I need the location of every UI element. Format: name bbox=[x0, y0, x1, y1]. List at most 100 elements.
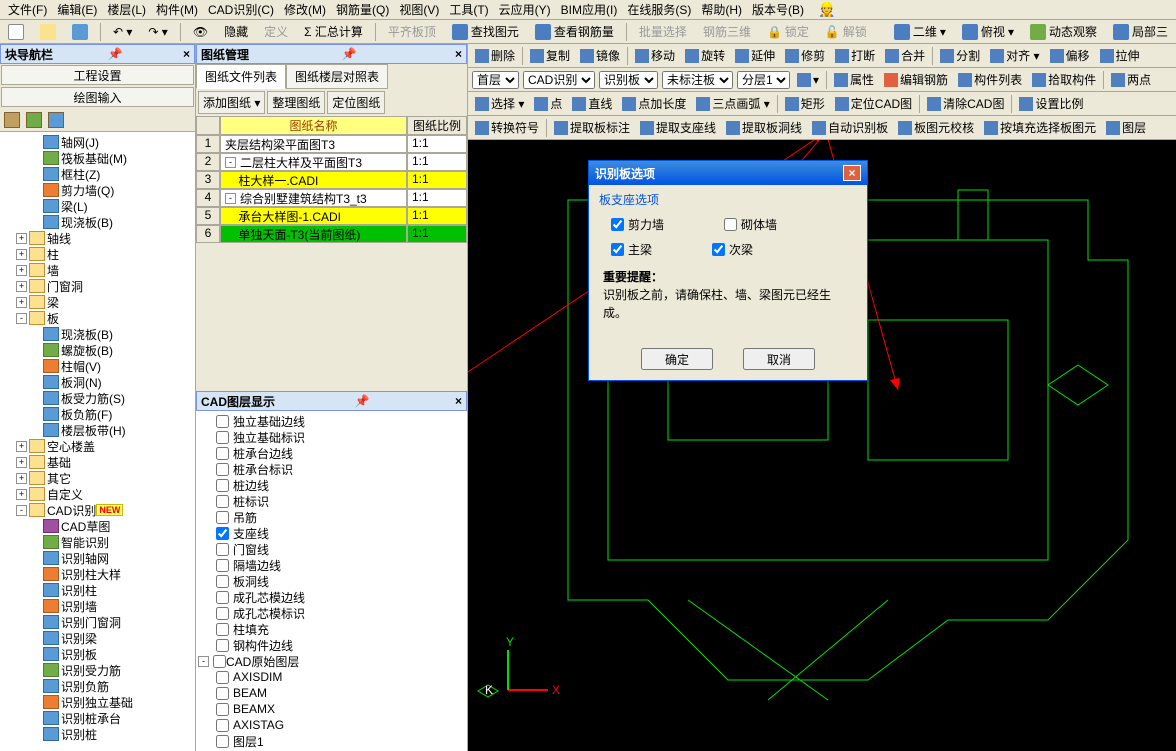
project-settings-button[interactable]: 工程设置 bbox=[1, 65, 194, 85]
tree-item[interactable]: 楼层板带(H) bbox=[2, 422, 193, 438]
tree-item[interactable]: 识别墙 bbox=[2, 598, 193, 614]
edit-rebar-button[interactable]: 编辑钢筋 bbox=[881, 69, 951, 90]
tree-item[interactable]: 识别桩 bbox=[2, 726, 193, 742]
lock-button[interactable]: 🔒锁定 bbox=[763, 21, 813, 42]
tree-item[interactable]: +梁 bbox=[2, 294, 193, 310]
add-drawing-button[interactable]: 添加图纸 ▾ bbox=[198, 91, 265, 114]
cad-canvas[interactable]: X Y K 识别板选项 × 板支座选项 剪力墙 bbox=[468, 140, 1176, 751]
draw-btn-4[interactable]: 三点画弧 ▾ bbox=[693, 93, 772, 114]
layer-item[interactable]: 桩边线 bbox=[198, 477, 465, 493]
drawing-row[interactable]: 5 承台大样图-1.CADI1:1 bbox=[196, 207, 467, 225]
layer-item[interactable]: 门窗线 bbox=[198, 541, 465, 557]
save-icon[interactable] bbox=[68, 22, 92, 42]
layer-item[interactable]: 成孔芯模标识 bbox=[198, 605, 465, 621]
view-2d-button[interactable]: 二维 ▾ bbox=[890, 21, 950, 42]
edit-btn-9[interactable]: 分割 bbox=[937, 45, 983, 66]
two-point-button[interactable]: 两点 bbox=[1108, 69, 1154, 90]
rec-btn-1[interactable]: 提取板标注 bbox=[551, 117, 633, 138]
summary-button[interactable]: Σ 汇总计算 bbox=[300, 21, 367, 42]
drawing-row[interactable]: 3 柱大样一.CADI1:1 bbox=[196, 171, 467, 189]
overlook-button[interactable]: 俯视 ▾ bbox=[958, 21, 1018, 42]
tree-item[interactable]: 螺旋板(B) bbox=[2, 342, 193, 358]
rec-btn-6[interactable]: 按填充选择板图元 bbox=[981, 117, 1099, 138]
draw-btn-3[interactable]: 点加长度 bbox=[619, 93, 689, 114]
cad-rec-select[interactable]: CAD识别 bbox=[523, 71, 595, 89]
attr-button[interactable]: 属性 bbox=[831, 69, 877, 90]
menu-modify[interactable]: 修改(M) bbox=[280, 0, 330, 20]
dyn-observe-button[interactable]: 动态观察 bbox=[1026, 21, 1101, 42]
layer-item[interactable]: BEAMX bbox=[198, 701, 465, 717]
tree-icon-1[interactable] bbox=[4, 112, 20, 128]
tree-item[interactable]: 识别板 bbox=[2, 646, 193, 662]
tree-item[interactable]: 识别柱大样 bbox=[2, 566, 193, 582]
edit-btn-7[interactable]: 打断 bbox=[832, 45, 878, 66]
tree-item[interactable]: 识别轴网 bbox=[2, 550, 193, 566]
tree-item[interactable]: 智能识别 bbox=[2, 534, 193, 550]
menu-file[interactable]: 文件(F) bbox=[4, 0, 51, 20]
menu-edit[interactable]: 编辑(E) bbox=[53, 0, 101, 20]
tree-item[interactable]: 板负筋(F) bbox=[2, 406, 193, 422]
menu-online[interactable]: 在线服务(S) bbox=[623, 0, 695, 20]
tree-item[interactable]: +轴线 bbox=[2, 230, 193, 246]
define-button[interactable]: 定义 bbox=[260, 21, 292, 42]
layer-item[interactable]: AXISDIM bbox=[198, 669, 465, 685]
rec-btn-0[interactable]: 转换符号 bbox=[472, 117, 542, 138]
edit-btn-3[interactable]: 移动 bbox=[632, 45, 678, 66]
edit-btn-0[interactable]: 删除 bbox=[472, 45, 518, 66]
layer-item[interactable]: 桩承台边线 bbox=[198, 445, 465, 461]
drawing-row[interactable]: 6 单独天面-T3(当前图纸)1:1 bbox=[196, 225, 467, 243]
rec-btn-5[interactable]: 板图元校核 bbox=[895, 117, 977, 138]
tree-item[interactable]: 梁(L) bbox=[2, 198, 193, 214]
tree-item[interactable]: +墙 bbox=[2, 262, 193, 278]
menu-component[interactable]: 构件(M) bbox=[152, 0, 202, 20]
close-icon[interactable]: × bbox=[183, 47, 190, 61]
layer-item[interactable]: 板洞线 bbox=[198, 573, 465, 589]
rec-btn-3[interactable]: 提取板洞线 bbox=[723, 117, 805, 138]
layer-item[interactable]: 柱填充 bbox=[198, 621, 465, 637]
tree-item[interactable]: 板受力筋(S) bbox=[2, 390, 193, 406]
move-icon[interactable]: ▾ bbox=[794, 71, 822, 89]
tree-item[interactable]: 识别负筋 bbox=[2, 678, 193, 694]
tree-item[interactable]: -CAD识别NEW bbox=[2, 502, 193, 518]
undo-icon[interactable]: ↶ ▾ bbox=[109, 23, 136, 41]
edit-btn-12[interactable]: 拉伸 bbox=[1097, 45, 1143, 66]
layer-item[interactable]: 图层1 bbox=[198, 733, 465, 749]
find-elem-button[interactable]: 查找图元 bbox=[448, 21, 523, 42]
tree-icon-3[interactable] bbox=[48, 112, 64, 128]
draw-btn-7[interactable]: 清除CAD图 bbox=[924, 93, 1007, 114]
tree-item[interactable]: CAD草图 bbox=[2, 518, 193, 534]
layer-item[interactable]: 独立基础标识 bbox=[198, 429, 465, 445]
pin-icon[interactable]: 📌 bbox=[342, 47, 357, 61]
menu-help[interactable]: 帮助(H) bbox=[697, 0, 746, 20]
new-icon[interactable] bbox=[4, 22, 28, 42]
menu-view[interactable]: 视图(V) bbox=[395, 0, 443, 20]
layer-item[interactable]: 成孔芯模边线 bbox=[198, 589, 465, 605]
rebar-3d-button[interactable]: 钢筋三维 bbox=[699, 21, 755, 42]
menu-tools[interactable]: 工具(T) bbox=[445, 0, 492, 20]
tree-item[interactable]: -板 bbox=[2, 310, 193, 326]
edit-btn-8[interactable]: 合并 bbox=[882, 45, 928, 66]
tree-item[interactable]: 柱帽(V) bbox=[2, 358, 193, 374]
tree-item[interactable]: 轴网(J) bbox=[2, 134, 193, 150]
layer-item[interactable]: 钢构件边线 bbox=[198, 637, 465, 653]
component-tree[interactable]: 轴网(J)筏板基础(M)框柱(Z)剪力墙(Q)梁(L)现浇板(B)+轴线+柱+墙… bbox=[0, 132, 195, 744]
close-icon[interactable]: × bbox=[455, 47, 462, 61]
cb-masonry-wall[interactable]: 砌体墙 bbox=[724, 216, 777, 233]
tree-item[interactable]: +柱 bbox=[2, 246, 193, 262]
rec-btn-2[interactable]: 提取支座线 bbox=[637, 117, 719, 138]
open-icon[interactable] bbox=[36, 22, 60, 42]
layer-item[interactable]: 吊筋 bbox=[198, 509, 465, 525]
pin-icon[interactable]: 📌 bbox=[108, 47, 123, 61]
tab-floor-compare[interactable]: 图纸楼层对照表 bbox=[286, 64, 388, 89]
edit-btn-1[interactable]: 复制 bbox=[527, 45, 573, 66]
tree-item[interactable]: +门窗洞 bbox=[2, 278, 193, 294]
cb-secondary-beam[interactable]: 次梁 bbox=[712, 241, 753, 258]
tree-item[interactable]: 识别独立基础 bbox=[2, 694, 193, 710]
draw-btn-6[interactable]: 定位CAD图 bbox=[832, 93, 915, 114]
hide-button[interactable]: 隐藏 bbox=[220, 21, 252, 42]
partial-button[interactable]: 局部三 bbox=[1109, 21, 1172, 42]
rec-btn-7[interactable]: 图层 bbox=[1103, 117, 1149, 138]
draw-btn-0[interactable]: 选择 ▾ bbox=[472, 93, 527, 114]
tree-item[interactable]: +其它 bbox=[2, 470, 193, 486]
tree-item[interactable]: 识别梁 bbox=[2, 630, 193, 646]
